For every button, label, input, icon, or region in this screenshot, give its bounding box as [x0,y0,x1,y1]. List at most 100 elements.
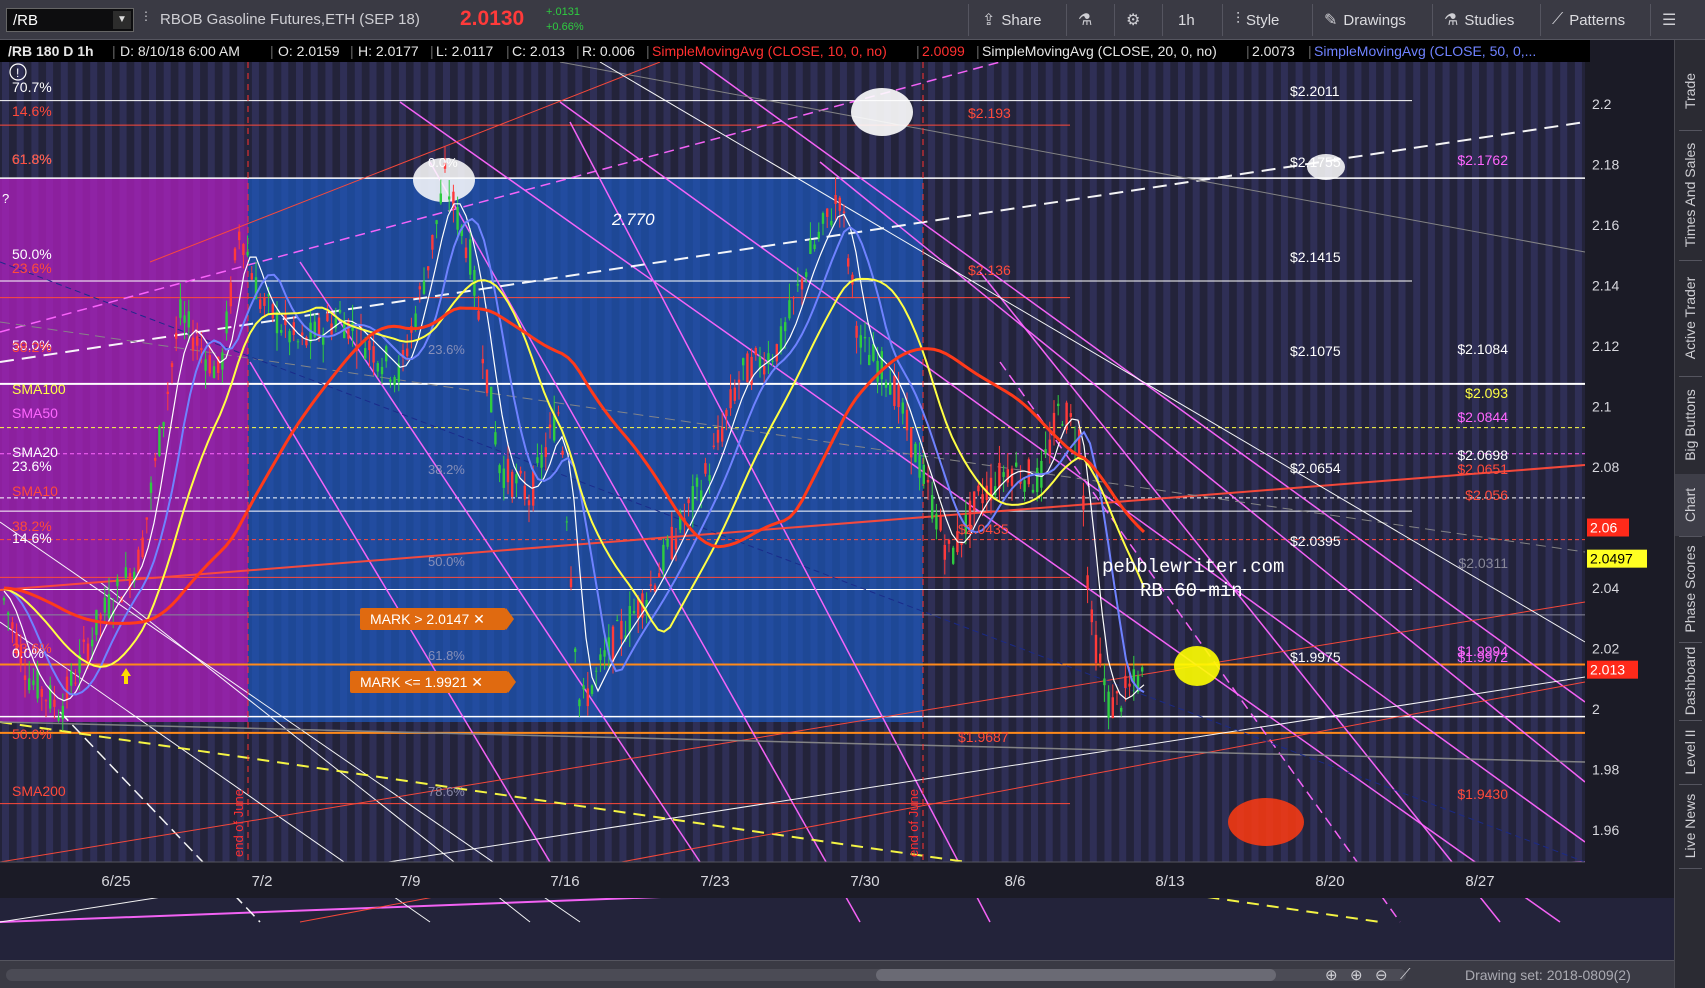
candle-body [200,348,203,351]
settings-button[interactable]: ⚙ [1122,6,1144,34]
share-button[interactable]: ⇪ Share [978,6,1045,34]
fib-label-left: SMA100 [12,381,66,397]
date-axis-tick: 8/20 [1315,873,1344,890]
candle-body [628,606,631,633]
price-tag: 2.0497 [1590,551,1633,567]
info-divider: | [576,43,580,59]
side-tab-chart[interactable]: Chart [1675,474,1705,536]
level-value-label: $2.1755 [1290,154,1341,170]
symbol-input[interactable]: /RB ▼ [6,8,134,32]
session-stripe [1413,62,1421,862]
session-stripe [1104,62,1112,862]
fib-label-left: 38.2% [12,339,52,355]
toolbar-divider [1114,4,1115,36]
candle-body [943,544,946,560]
side-tab-trade[interactable]: Trade [1675,52,1705,130]
candle-body [439,193,442,204]
candle-body [616,620,619,622]
session-stripe [1560,62,1568,862]
candle-body [418,286,421,290]
candle-body [779,326,783,352]
drawing-tool-icon[interactable]: ⟋ [1400,966,1411,983]
candle-body [788,300,791,319]
candle-body [1103,678,1106,686]
session-stripe [928,62,936,862]
fib-label-left: 70.7% [12,79,52,95]
flask-button[interactable]: ⚗ [1074,6,1096,34]
candle-body [515,474,518,484]
session-stripe [1075,62,1083,862]
interval-button[interactable]: 1h [1174,6,1199,34]
candle-body [1078,429,1081,454]
side-tab-live-news[interactable]: Live News [1675,784,1705,868]
candle-body [498,465,501,474]
candle-body [914,443,917,463]
candle-body [1023,480,1026,492]
side-tab-dashboard[interactable]: Dashboard [1675,642,1705,720]
candle-body [162,422,165,427]
info-divider: | [430,43,434,59]
candle-body [275,311,279,334]
candle-body [754,347,757,356]
candle-body [233,248,237,261]
patterns-button[interactable]: ⟋ Patterns [1548,6,1629,34]
drawing-set-label: Drawing set: 2018-0809(2) [1465,967,1631,983]
side-tab-phase-scores[interactable]: Phase Scores [1675,536,1705,642]
price-axis-tick: 2.04 [1592,580,1619,596]
price-chart[interactable]: 70.7% 14.6% 61.8% 61.8% 50.0% 23.6% 50.0% 38.2%… [0,62,1674,960]
candle-body [347,319,350,339]
candle-body [1015,462,1018,467]
candle-body [448,196,451,200]
fib-label-left: 0.0% [12,645,44,661]
candle-body [490,386,493,413]
zoom-in-icon[interactable]: ⊕ [1350,966,1363,984]
studies-button[interactable]: ⚗ Studies [1440,6,1518,34]
session-stripe [1148,62,1156,862]
candle-body [599,654,602,661]
target-highlight-ellipse [1174,646,1220,686]
candle-body [1036,467,1039,493]
candle-body [746,353,749,383]
date-axis-tick: 7/9 [400,873,421,890]
chart-info-bar: /RB 180 D 1h | D: 8/10/18 6:00 AM | O: 2… [0,40,1590,62]
alert-tag-text: MARK > 2.0147 ✕ [370,611,485,627]
date-axis-tick: 8/27 [1465,873,1494,890]
chart-bottom-bar: ⊕ ⊕ ⊖ ⟋ Drawing set: 2018-0809(2) [0,960,1674,988]
session-stripe [1280,62,1288,862]
candle-body [368,340,371,351]
candle-body [372,346,375,363]
candle-body [271,304,274,319]
toolbar-divider [1650,4,1651,36]
price-alert-mark[interactable]: MARK <= 1.9921 ✕ [350,671,516,693]
drawings-label: Drawings [1343,11,1406,29]
bar-range: R: 0.006 [582,43,635,59]
candle-body [1111,697,1114,719]
link-icon[interactable]: ⋮ [140,9,152,23]
side-tab-times-and-sales[interactable]: Times And Sales [1675,130,1705,260]
price-alert-mark[interactable]: MARK > 2.0147 ✕ [360,608,514,630]
drawings-button[interactable]: ✎ Drawings [1320,6,1410,34]
candle-body [1107,691,1110,718]
session-stripe [1045,62,1053,862]
sma10-label: SimpleMovingAvg (CLOSE, 10, 0, no) [652,43,887,59]
flask-icon: ⚗ [1078,12,1093,29]
side-tab-level-ii[interactable]: Level II [1675,720,1705,784]
pencil-icon: ✎ [1324,12,1338,29]
candle-body [931,495,934,519]
candle-body [1099,653,1102,663]
time-scrollbar[interactable] [6,969,1406,981]
fib-label-left: 61.8% [12,151,52,167]
session-stripe [1236,62,1244,862]
side-tab-active-trader[interactable]: Active Trader [1675,260,1705,376]
scrollbar-thumb[interactable] [876,969,1276,981]
symbol-dropdown-icon[interactable]: ▼ [113,11,131,29]
candle-body [280,330,283,333]
candle-body [565,521,568,523]
style-button[interactable]: ⫶ Style [1232,6,1283,34]
crosshair-icon[interactable]: ⊕ [1325,966,1338,984]
candle-body [863,336,867,339]
side-tab-big-buttons[interactable]: Big Buttons [1675,376,1705,474]
candle-body [124,567,127,578]
zoom-out-icon[interactable]: ⊖ [1375,966,1388,984]
menu-button[interactable]: ☰ [1658,6,1680,34]
